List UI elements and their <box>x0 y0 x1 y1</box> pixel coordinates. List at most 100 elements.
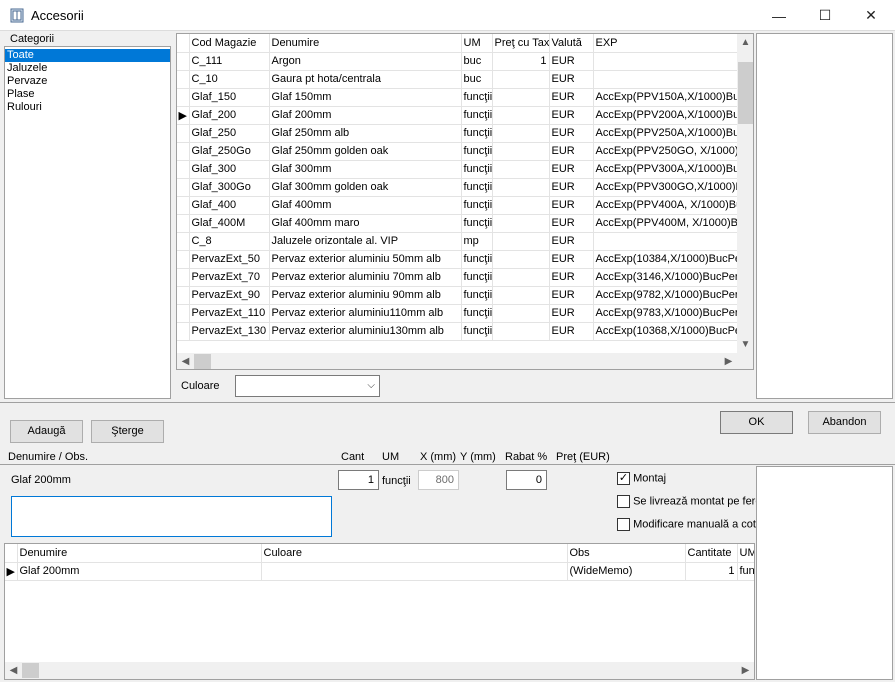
selected-items-grid[interactable]: Denumire Culoare Obs Cantitate UM ▶ Glaf 200m… <box>4 543 755 680</box>
category-item[interactable]: Toate <box>5 49 170 62</box>
table-row[interactable]: Glaf_250Go Glaf 250mm golden oak funcţii EU… <box>177 142 739 161</box>
col-cod-magazie-header[interactable]: Cod Magazie <box>189 34 270 53</box>
minimize-button[interactable]: — <box>756 0 802 31</box>
grid-hscroll-thumb[interactable] <box>194 354 211 369</box>
scroll-right-icon[interactable]: ▶ <box>720 356 737 367</box>
accessories-grid[interactable]: Cod Magazie Denumire UM Preţ cu Tax Valută EX… <box>176 33 754 370</box>
table-row[interactable]: Glaf_400M Glaf 400mm maro funcţii EUR AccExp… <box>177 214 739 233</box>
bottom-hscroll-thumb[interactable] <box>22 663 39 678</box>
category-item[interactable]: Plase <box>5 88 170 101</box>
col-pret-cell <box>492 304 550 323</box>
close-button[interactable]: ✕ <box>848 0 894 31</box>
window-title: Accesorii <box>31 8 84 23</box>
col-exp-header[interactable]: EXP <box>593 34 739 53</box>
selected-items-table: Denumire Culoare Obs Cantitate UM ▶ Glaf 200m… <box>5 544 754 581</box>
bottom-scroll-right-icon[interactable]: ▶ <box>737 665 754 676</box>
bottom-horizontal-scrollbar[interactable]: ◀ ▶ <box>5 662 754 679</box>
table-row[interactable]: PervazExt_110 Pervaz exterior aluminiu110… <box>177 304 739 323</box>
table-row[interactable]: C_10 Gaura pt hota/centrala buc EUR <box>177 70 739 89</box>
col-exp-cell: AccExp(10368,X/1000)BucPe <box>593 322 739 341</box>
table-row[interactable]: C_8 Jaluzele orizontale al. VIP mp EUR <box>177 232 739 251</box>
col-valuta-cell: EUR <box>549 142 594 161</box>
col-exp-cell <box>593 52 739 71</box>
table-row[interactable]: Glaf_400 Glaf 400mm funcţii EUR AccExp(PPV40… <box>177 196 739 215</box>
col-valuta-cell: EUR <box>549 214 594 233</box>
col-denumire-cell: Glaf 400mm <box>269 196 462 215</box>
table-row[interactable]: Glaf_150 Glaf 150mm funcţii EUR AccExp(PPV15… <box>177 88 739 107</box>
x-input[interactable]: 800 <box>418 470 459 490</box>
maximize-icon: ☐ <box>818 7 832 23</box>
col-denumire-cell: Pervaz exterior aluminiu 90mm alb <box>269 286 462 305</box>
table-row[interactable]: Glaf_250 Glaf 250mm alb funcţii EUR AccExp(P… <box>177 124 739 143</box>
col-denumire-cell: Gaura pt hota/centrala <box>269 70 462 89</box>
col-denumire-cell: Pervaz exterior aluminiu 50mm alb <box>269 250 462 269</box>
col-um-cell: funcţii <box>461 250 493 269</box>
scroll-down-icon[interactable]: ▼ <box>737 336 753 353</box>
table-row[interactable]: C_111 Argon buc 1 EUR <box>177 52 739 71</box>
col-cod-magazie-cell: PervazExt_90 <box>189 286 270 305</box>
table-row[interactable]: PervazExt_130 Pervaz exterior aluminiu130… <box>177 322 739 341</box>
table-row[interactable]: PervazExt_90 Pervaz exterior aluminiu 90m… <box>177 286 739 305</box>
grid-vertical-scrollbar[interactable]: ▲ ▼ <box>737 34 753 353</box>
qty-input[interactable]: 1 <box>338 470 379 490</box>
livreaza-label: Se livrează montat pe fere <box>633 495 756 508</box>
bottom-col-culoare-header[interactable]: Culoare <box>261 544 568 563</box>
col-valuta-cell: EUR <box>549 160 594 179</box>
app-icon <box>10 8 24 23</box>
scroll-left-icon[interactable]: ◀ <box>177 356 194 367</box>
category-item[interactable]: Rulouri <box>5 101 170 114</box>
col-um-cell: funcţii <box>461 214 493 233</box>
bottom-scroll-left-icon[interactable]: ◀ <box>5 665 22 676</box>
col-exp-cell: AccExp(PPV300GO,X/1000)Bu <box>593 178 739 197</box>
col-pret-cell <box>492 322 550 341</box>
categories-list[interactable]: Toate Jaluzele Pervaze Plase Rulouri <box>4 46 171 399</box>
color-label: Culoare <box>181 380 220 392</box>
bottom-col-obs-header[interactable]: Obs <box>567 544 686 563</box>
item-name: Glaf 200mm <box>11 474 71 486</box>
table-row[interactable]: PervazExt_50 Pervaz exterior aluminiu 50m… <box>177 250 739 269</box>
add-button[interactable]: Adaugă <box>10 420 83 443</box>
livreaza-checkbox[interactable] <box>617 495 630 508</box>
manual-checkbox[interactable] <box>617 518 630 531</box>
preview-panel-bottom <box>756 466 893 680</box>
livreaza-option[interactable]: Se livrează montat pe fere <box>617 495 756 508</box>
discount-input[interactable]: 0 <box>506 470 547 490</box>
category-item[interactable]: Jaluzele <box>5 62 170 75</box>
table-row[interactable]: ▶ Glaf_200 Glaf 200mm funcţii EUR AccExp(PPV2… <box>177 106 739 125</box>
bottom-col-denumire-header[interactable]: Denumire <box>17 544 262 563</box>
col-valuta-cell: EUR <box>549 196 594 215</box>
col-um-cell: buc <box>461 52 493 71</box>
bottom-col-cantitate-header[interactable]: Cantitate <box>685 544 738 563</box>
montaj-checkbox[interactable]: ✓ <box>617 472 630 485</box>
table-row[interactable]: Glaf_300 Glaf 300mm funcţii EUR AccExp(PPV30… <box>177 160 739 179</box>
montaj-option[interactable]: ✓ Montaj <box>617 472 666 485</box>
table-row[interactable]: Glaf_300Go Glaf 300mm golden oak funcţii EU… <box>177 178 739 197</box>
obs-textarea[interactable] <box>11 496 332 537</box>
col-pret-header[interactable]: Preţ cu Tax <box>492 34 550 53</box>
col-um-header[interactable]: UM <box>461 34 493 53</box>
color-select[interactable]: ⌵ <box>235 375 380 397</box>
discount-label: Rabat % <box>505 451 548 463</box>
row-indicator <box>177 232 190 251</box>
col-um-cell: funcţii <box>461 268 493 287</box>
header-indicator <box>177 34 190 53</box>
cancel-button[interactable]: Abandon <box>808 411 881 434</box>
manual-option[interactable]: Modificare manuală a cote <box>617 518 756 531</box>
col-um-cell: buc <box>461 70 493 89</box>
scroll-up-icon[interactable]: ▲ <box>737 34 753 51</box>
col-valuta-cell: EUR <box>549 322 594 341</box>
grid-horizontal-scrollbar[interactable]: ◀ ▶ <box>177 353 737 369</box>
category-item[interactable]: Pervaze <box>5 75 170 88</box>
grid-vscroll-thumb[interactable] <box>738 62 753 124</box>
maximize-button[interactable]: ☐ <box>802 0 848 31</box>
row-indicator: ▶ <box>5 562 18 581</box>
table-row[interactable]: PervazExt_70 Pervaz exterior aluminiu 70m… <box>177 268 739 287</box>
table-row[interactable]: ▶ Glaf 200mm (WideMemo) 1 fun <box>5 562 754 581</box>
delete-button[interactable]: Şterge <box>91 420 164 443</box>
col-valuta-header[interactable]: Valută <box>549 34 594 53</box>
row-indicator <box>177 214 190 233</box>
ok-button[interactable]: OK <box>720 411 793 434</box>
bottom-col-um-header[interactable]: UM <box>737 544 754 563</box>
col-cod-magazie-cell: Glaf_200 <box>189 106 270 125</box>
col-denumire-header[interactable]: Denumire <box>269 34 462 53</box>
